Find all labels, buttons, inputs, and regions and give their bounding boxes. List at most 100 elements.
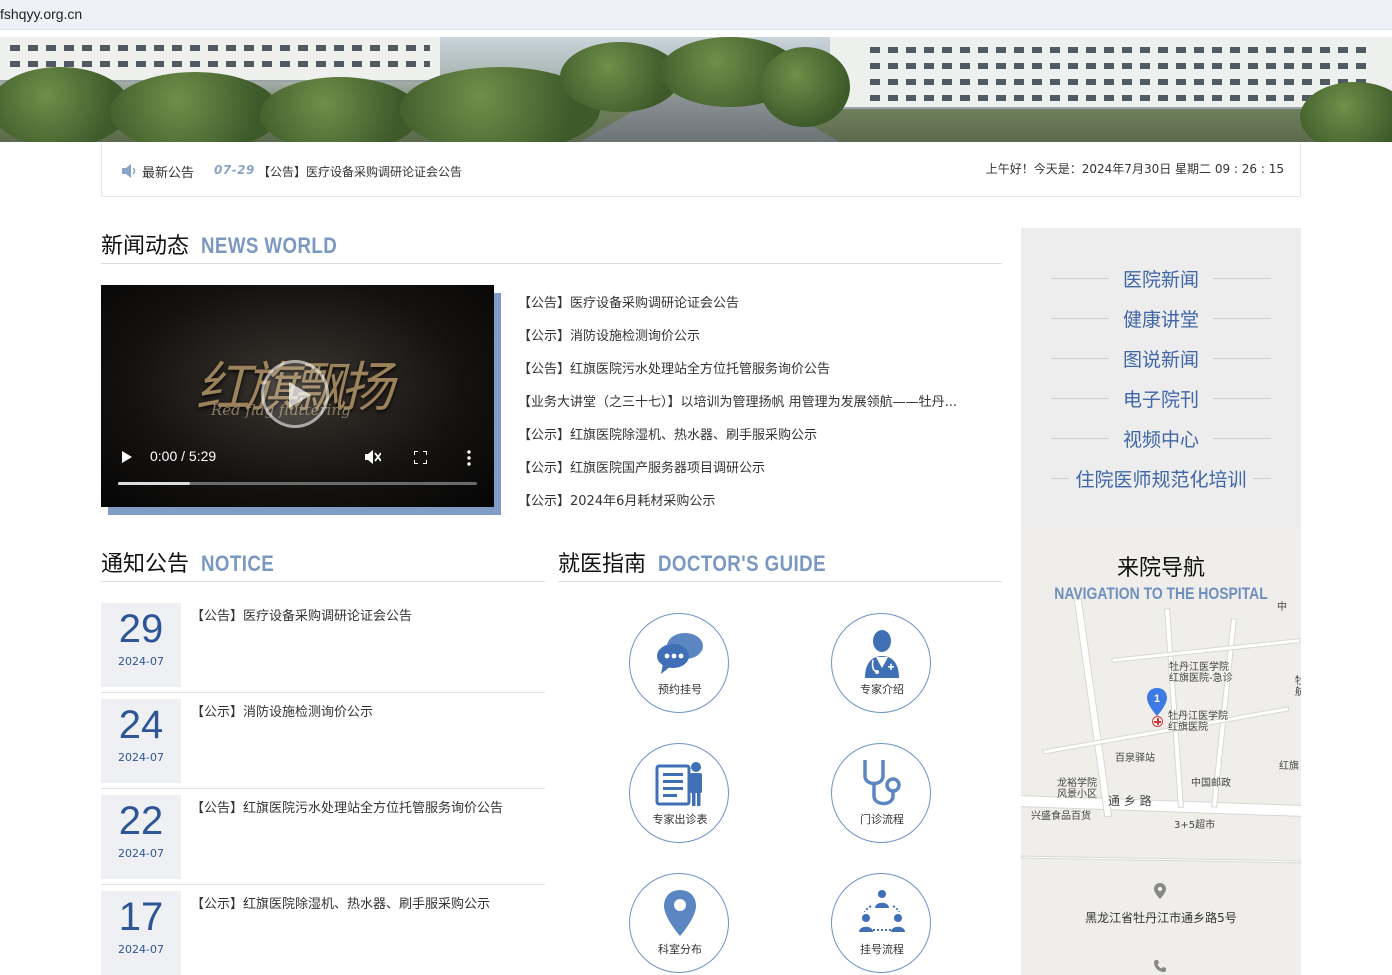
sidebar-item-label[interactable]: 住院医师规范化培训 — [1069, 464, 1253, 492]
guide-appointment-button[interactable]: 预约挂号 — [629, 613, 729, 713]
latest-notice-link[interactable]: 【公告】医疗设备采购调研论证会公告 — [258, 163, 462, 180]
sidebar-menu: 医院新闻 健康讲堂 图说新闻 电子院刊 视频中心 住院医师规范化培训 — [1021, 228, 1301, 528]
map-label-emergency: 牡丹江医学院 红旗医院-急诊 — [1169, 662, 1233, 684]
notice-day: 17 — [118, 895, 164, 939]
sidebar-item-label[interactable]: 图说新闻 — [1116, 344, 1205, 372]
notice-year-month: 2024-07 — [118, 943, 164, 956]
guide-registration-flow-button[interactable]: 挂号流程 — [831, 873, 931, 973]
more-options-icon[interactable] — [467, 450, 471, 466]
sidebar-item-label[interactable]: 医院新闻 — [1116, 264, 1205, 292]
sidebar-item-photo-news[interactable]: 图说新闻 — [1021, 338, 1301, 378]
navigation-map[interactable]: 来院导航 NAVIGATION TO THE HOSPITAL 中 牡丹江医学院… — [1021, 528, 1301, 975]
map-label: 龙裕学院 风景小区 — [1057, 778, 1097, 800]
location-icon — [1154, 883, 1166, 899]
hero-banner — [0, 37, 1392, 142]
mute-icon[interactable] — [365, 450, 381, 464]
map-road-label: 通 乡 路 — [1108, 794, 1152, 808]
notice-link[interactable]: 【公示】消防设施检测询价公示 — [191, 701, 373, 720]
play-overlay-icon[interactable] — [261, 360, 329, 428]
notice-date-box: 29 2024-07 — [101, 603, 181, 687]
notice-title-en[interactable]: NOTICE — [201, 551, 274, 577]
guide-schedule-button[interactable]: 专家出诊表 — [629, 743, 729, 843]
sidebar-item-health-lecture[interactable]: 健康讲堂 — [1021, 298, 1301, 338]
guide-title-cn: 就医指南 — [558, 552, 647, 577]
map-marker-icon[interactable]: 1 — [1147, 688, 1167, 716]
notice-year-month: 2024-07 — [118, 655, 164, 668]
notice-day: 29 — [118, 607, 164, 651]
news-section-title: 新闻动态 NEWS WORLD — [101, 228, 361, 260]
news-item[interactable]: 【公示】红旗医院除湿机、热水器、刷手服采购公示 — [518, 424, 996, 457]
date-time-greeting: 上午好！今天是：2024年7月30日 星期二 09 : 26 : 15 — [985, 162, 1284, 176]
map-label: 百泉驿站 — [1115, 753, 1155, 764]
notice-item[interactable]: 29 2024-07 【公告】医疗设备采购调研论证会公告 — [101, 603, 545, 693]
hospital-cross-icon — [1152, 716, 1163, 727]
notice-title-cn: 通知公告 — [101, 552, 190, 577]
sidebar-item-e-journal[interactable]: 电子院刊 — [1021, 378, 1301, 418]
url-text[interactable]: fshqyy.org.cn — [0, 6, 82, 22]
latest-notice-label: 最新公告 — [142, 166, 195, 181]
notice-divider — [101, 581, 545, 582]
news-item[interactable]: 【公示】2024年6月耗材采购公示 — [518, 490, 996, 523]
guide-experts-button[interactable]: 专家介绍 — [831, 613, 931, 713]
svg-text:1: 1 — [1154, 693, 1160, 705]
news-item[interactable]: 【公告】医疗设备采购调研论证会公告 — [518, 292, 996, 325]
news-divider — [101, 263, 1002, 264]
notice-item[interactable]: 24 2024-07 【公示】消防设施检测询价公示 — [101, 699, 545, 789]
sidebar-item-label[interactable]: 视频中心 — [1116, 424, 1205, 452]
latest-notice-bar: 最新公告 07-29 【公告】医疗设备采购调研论证会公告 上午好！今天是：202… — [101, 143, 1301, 197]
news-item[interactable]: 【公示】红旗医院国产服务器项目调研公示 — [518, 457, 996, 490]
map-label: 红旗 — [1279, 761, 1299, 772]
schedule-board-icon — [655, 762, 702, 806]
guide-divider — [558, 581, 1002, 582]
chat-bubbles-icon — [657, 633, 703, 674]
speaker-icon — [122, 164, 136, 178]
news-item[interactable]: 【业务大讲堂（之三十七）】以培训为管理扬帆 用管理为发展领航——牡丹... — [518, 391, 996, 424]
sidebar-item-resident-training[interactable]: 住院医师规范化培训 — [1021, 458, 1301, 498]
map-label-hospital: 牡丹江医学院 红旗医院 — [1168, 711, 1228, 733]
news-item[interactable]: 【公示】消防设施检测询价公示 — [518, 325, 996, 358]
guide-label: 门诊流程 — [860, 813, 904, 826]
guide-label: 科室分布 — [658, 943, 702, 956]
video-player[interactable]: 红旗飘扬 Red flag fluttering 0:00 / 5:29 — [101, 285, 494, 507]
notice-year-month: 2024-07 — [118, 847, 164, 860]
people-flow-icon — [859, 890, 905, 932]
fullscreen-icon[interactable] — [414, 451, 427, 464]
notice-section-title: 通知公告 NOTICE — [101, 546, 287, 578]
browser-address-bar[interactable]: fshqyy.org.cn — [0, 0, 1392, 30]
notice-link[interactable]: 【公告】红旗医院污水处理站全方位托管服务询价公告 — [191, 797, 503, 816]
notice-link[interactable]: 【公告】医疗设备采购调研论证会公告 — [191, 605, 412, 624]
sidebar-item-label[interactable]: 电子院刊 — [1116, 384, 1205, 412]
video-time: 0:00 / 5:29 — [150, 448, 217, 464]
play-icon[interactable] — [122, 451, 132, 463]
map-road — [1021, 855, 1301, 864]
news-title-cn: 新闻动态 — [101, 234, 190, 259]
notice-link[interactable]: 【公示】红旗医院除湿机、热水器、刷手服采购公示 — [191, 893, 490, 912]
notice-year-month: 2024-07 — [118, 751, 164, 764]
map-label: 3+5超市 — [1174, 820, 1216, 831]
map-label: 牡 航 — [1295, 676, 1301, 698]
map-label: 中国邮政 — [1191, 778, 1231, 789]
news-list: 【公告】医疗设备采购调研论证会公告 【公示】消防设施检测询价公示 【公告】红旗医… — [518, 292, 996, 523]
guide-section-title: 就医指南 DOCTOR'S GUIDE — [558, 546, 856, 578]
notice-item[interactable]: 22 2024-07 【公告】红旗医院污水处理站全方位托管服务询价公告 — [101, 795, 545, 885]
sidebar-item-label[interactable]: 健康讲堂 — [1116, 304, 1205, 332]
map-subtitle: NAVIGATION TO THE HOSPITAL — [1054, 584, 1268, 603]
map-label: 兴盛食品百货 — [1031, 811, 1091, 822]
sidebar-item-hospital-news[interactable]: 医院新闻 — [1021, 258, 1301, 298]
guide-title-en[interactable]: DOCTOR'S GUIDE — [658, 551, 826, 577]
guide-label: 挂号流程 — [860, 943, 904, 956]
news-item[interactable]: 【公告】红旗医院污水处理站全方位托管服务询价公告 — [518, 358, 996, 391]
news-title-en[interactable]: NEWS WORLD — [201, 233, 337, 259]
notice-date-box: 22 2024-07 — [101, 795, 181, 879]
latest-notice-date: 07-29 — [214, 163, 255, 177]
map-title: 来院导航 — [1116, 556, 1205, 581]
doctor-icon — [865, 630, 899, 678]
guide-departments-button[interactable]: 科室分布 — [629, 873, 729, 973]
guide-outpatient-button[interactable]: 门诊流程 — [831, 743, 931, 843]
notice-day: 24 — [118, 703, 164, 747]
video-progress-fill — [118, 482, 190, 485]
sidebar-item-video-center[interactable]: 视频中心 — [1021, 418, 1301, 458]
notice-item[interactable]: 17 2024-07 【公示】红旗医院除湿机、热水器、刷手服采购公示 — [101, 891, 545, 975]
video-progress-bar[interactable] — [118, 482, 477, 485]
guide-label: 专家出诊表 — [652, 813, 708, 826]
